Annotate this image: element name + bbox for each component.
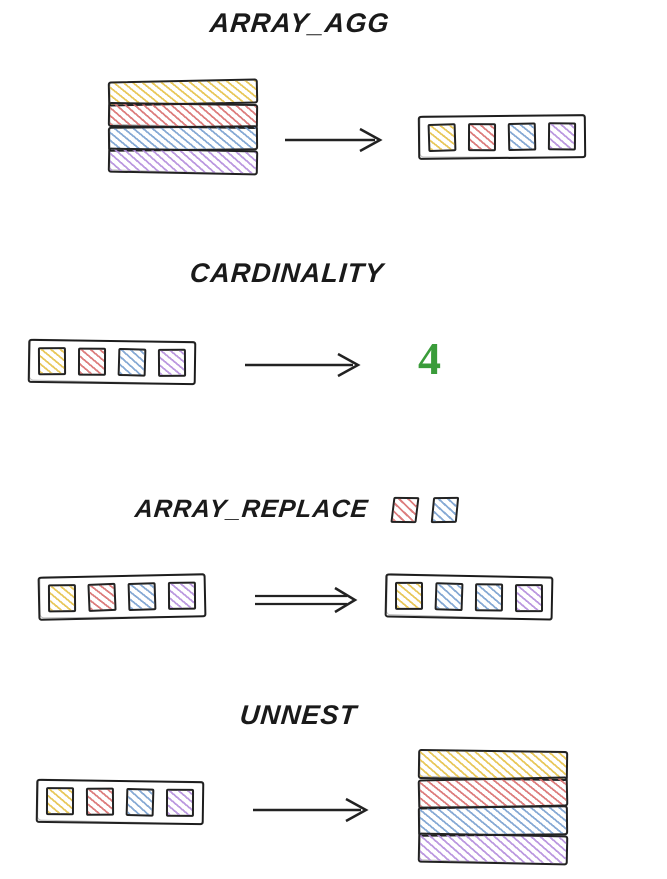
array-box (418, 114, 586, 160)
array-element (78, 348, 106, 376)
cardinality-output-number: 4 (418, 332, 441, 385)
title-text: ARRAY_REPLACE (134, 495, 370, 523)
array-box (28, 339, 197, 385)
array-element (508, 123, 537, 152)
array-element (435, 582, 464, 611)
array-element (168, 582, 196, 610)
unnest-input-array (36, 779, 205, 825)
array-box (36, 779, 205, 825)
cardinality-input-array (28, 339, 197, 385)
section-title-unnest: UNNEST (239, 700, 359, 731)
array-element (87, 583, 116, 612)
array-element (395, 582, 423, 610)
array-element (86, 788, 114, 816)
array-replace-output-array (385, 573, 554, 620)
array-box (38, 573, 207, 621)
array-element (166, 789, 194, 817)
array-element (428, 123, 457, 152)
array-element (48, 584, 76, 612)
array-box (385, 573, 554, 620)
array-element (46, 787, 74, 815)
array-element (475, 583, 503, 611)
array-element (126, 788, 155, 817)
array-agg-output-array (418, 114, 586, 160)
unnest-output-stack (418, 750, 568, 862)
array-element (128, 582, 157, 611)
array-element (38, 347, 66, 375)
stack-row (108, 148, 258, 176)
array-element (118, 348, 147, 377)
array-agg-input-stack (108, 80, 258, 172)
section-title-cardinality: CARDINALITY (189, 258, 385, 289)
array-element (158, 349, 186, 377)
swatch-icon (431, 497, 459, 523)
section-title-array-agg: ARRAY_AGG (208, 8, 391, 39)
array-element (548, 122, 576, 150)
array-element (515, 584, 543, 612)
array-replace-input-array (38, 573, 207, 621)
swatch-icon (391, 497, 420, 523)
section-title-array-replace: ARRAY_REPLACE (133, 495, 459, 524)
stack-row (418, 833, 569, 866)
array-element (468, 123, 496, 151)
